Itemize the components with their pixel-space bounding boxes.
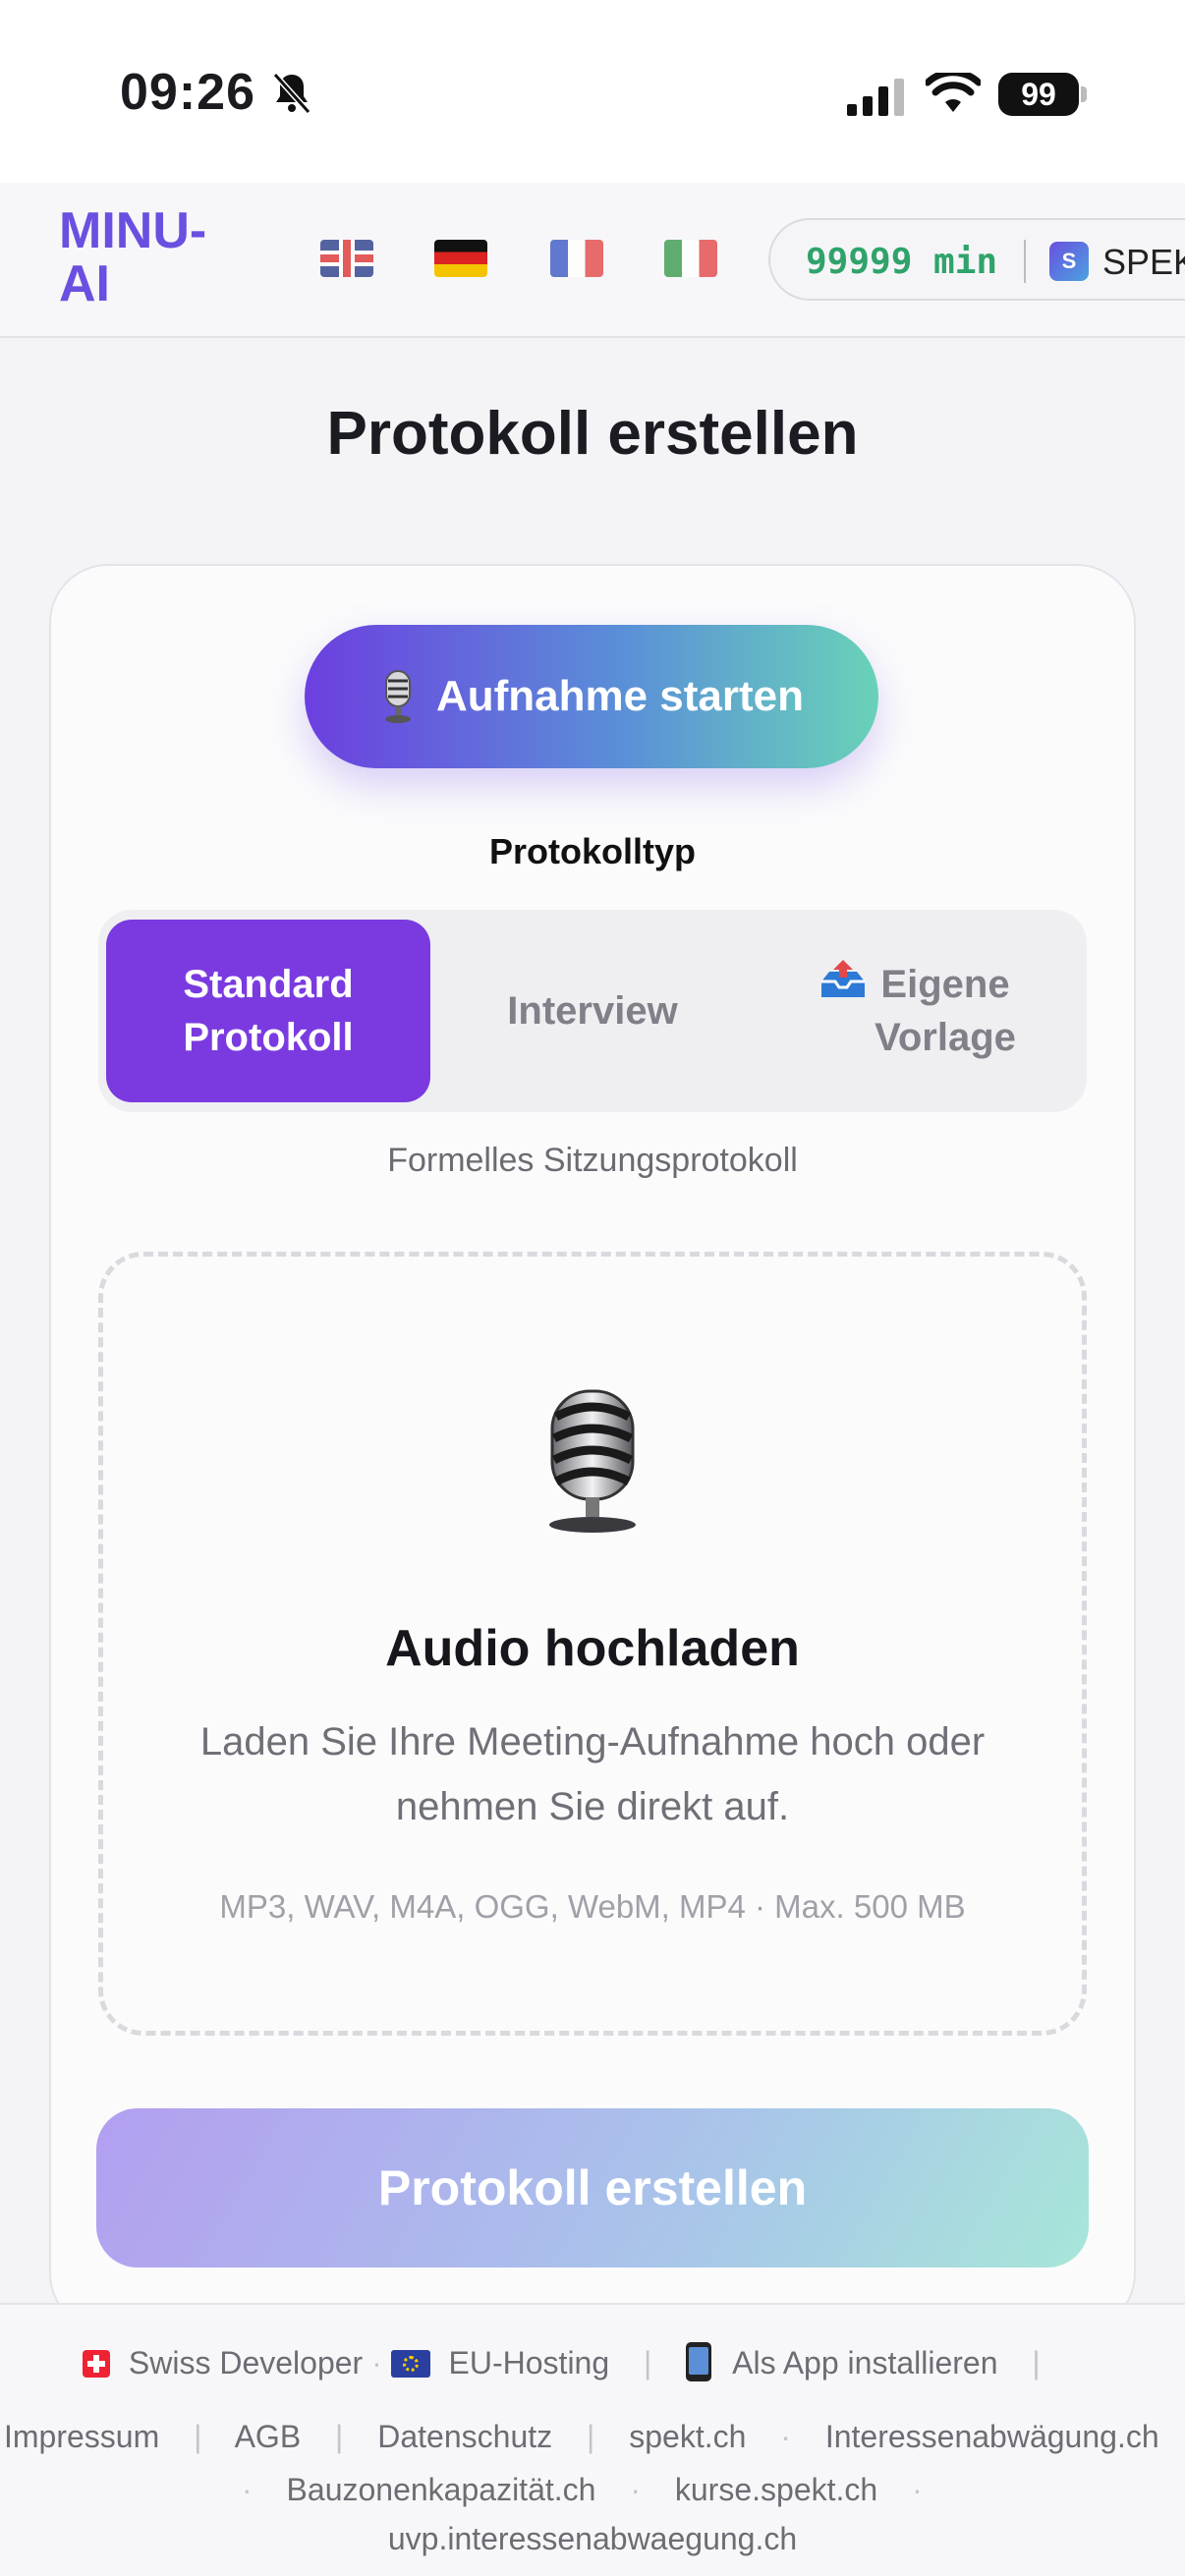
spekt-label: SPEKT	[1102, 242, 1185, 282]
footer-links-row-3: uvp.interessenabwaegung.ch	[0, 2521, 1185, 2557]
protocol-type-interview[interactable]: Interview	[430, 920, 755, 1102]
protocol-type-selector: Standard Protokoll Interview Eigene Vorl…	[98, 910, 1087, 1112]
footer-link-impressum[interactable]: Impressum	[4, 2419, 159, 2454]
protocol-type-standard-label: Standard Protokoll	[183, 963, 354, 1059]
swiss-flag-icon	[83, 2350, 110, 2378]
protocol-type-interview-label: Interview	[507, 989, 678, 1033]
footer-link-agb[interactable]: AGB	[235, 2419, 302, 2454]
footer-link-spekt[interactable]: spekt.ch	[629, 2419, 746, 2454]
create-protocol-button[interactable]: Protokoll erstellen	[96, 2108, 1089, 2268]
eu-flag-icon	[390, 2350, 430, 2378]
upload-description: Laden Sie Ihre Meeting-Aufnahme hoch ode…	[199, 1720, 986, 1828]
divider	[1024, 240, 1026, 283]
status-bar: 09:26 99	[0, 0, 1185, 183]
language-flag-it[interactable]	[664, 240, 717, 277]
microphone-icon	[384, 670, 411, 723]
install-app-link[interactable]: Als App installieren	[732, 2345, 997, 2380]
protocol-type-standard[interactable]: Standard Protokoll	[106, 920, 430, 1102]
outbox-tray-icon	[821, 960, 866, 997]
footer-link-kurse[interactable]: kurse.spekt.ch	[675, 2472, 877, 2507]
create-protocol-label: Protokoll erstellen	[377, 2160, 808, 2215]
language-flag-de[interactable]	[434, 240, 487, 277]
app-header: MINU- AI 99999 min S SPEKT	[0, 183, 1185, 338]
battery-tip	[1081, 86, 1087, 102]
status-time: 09:26	[120, 64, 255, 121]
protocol-type-custom-label: Eigene Vorlage	[875, 963, 1016, 1059]
signal-icon	[847, 79, 904, 116]
language-flag-fr[interactable]	[550, 240, 603, 277]
footer-link-datenschutz[interactable]: Datenschutz	[377, 2419, 552, 2454]
protocol-type-custom-template[interactable]: Eigene Vorlage	[755, 920, 1079, 1102]
start-recording-button[interactable]: Aufnahme starten	[305, 625, 878, 768]
start-recording-label: Aufnahme starten	[435, 672, 805, 720]
wifi-icon	[926, 73, 981, 112]
footer-links-row-1: Impressum | AGB | Datenschutz | spekt.ch…	[4, 2419, 1159, 2454]
upload-formats: MP3, WAV, M4A, OGG, WebM, MP4 · Max. 500…	[219, 1888, 966, 1925]
footer-links-row-2: · Bauzonenkapazität.ch · kurse.spekt.ch …	[242, 2472, 923, 2507]
battery-indicator: 99	[998, 73, 1079, 116]
page-title: Protokoll erstellen	[326, 400, 859, 468]
eu-hosting-label: EU-Hosting	[448, 2345, 610, 2380]
credits-pill[interactable]: 99999 min S SPEKT	[768, 218, 1185, 301]
mobile-phone-icon	[686, 2342, 712, 2381]
swiss-developer-label: Swiss Developer	[128, 2345, 364, 2380]
spekt-logo-icon: S	[1049, 242, 1089, 281]
footer-link-uvp[interactable]: uvp.interessenabwaegung.ch	[388, 2521, 797, 2556]
upload-title: Audio hochladen	[385, 1620, 800, 1677]
protocol-type-label: Protokolltyp	[488, 831, 696, 871]
studio-microphone-icon	[549, 1389, 636, 1533]
language-flag-en[interactable]	[320, 240, 373, 277]
app-logo[interactable]: MINU- AI	[59, 204, 206, 310]
footer-link-bauzonenkapazitaet[interactable]: Bauzonenkapazität.ch	[287, 2472, 596, 2507]
footer: Swiss Developer · EU-Hosting | Als App i…	[0, 2303, 1185, 2576]
footer-link-interessenabwaegung[interactable]: Interessenabwägung.ch	[825, 2419, 1159, 2454]
protocol-type-description: Formelles Sitzungsprotokoll	[387, 1142, 798, 1179]
bell-slash-icon	[272, 72, 311, 115]
footer-badges-row: Swiss Developer · EU-Hosting | Als App i…	[83, 2342, 1041, 2381]
credits-minutes: 99999 min	[806, 242, 998, 282]
